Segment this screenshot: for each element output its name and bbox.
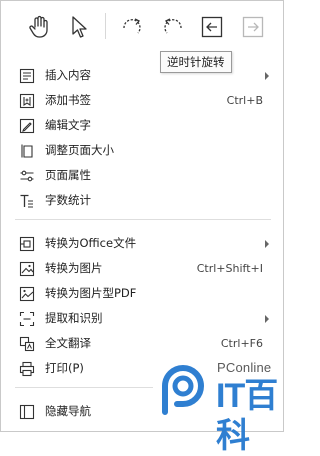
menu-item-label: 转换为图片 bbox=[45, 261, 103, 275]
menu-item-label: 添加书签 bbox=[45, 93, 91, 107]
convert-image-pdf-icon bbox=[19, 286, 35, 302]
submenu-arrow-icon bbox=[265, 72, 269, 80]
edit-text-icon bbox=[19, 118, 35, 134]
convert-office-icon bbox=[19, 236, 35, 252]
menu-item-word-count[interactable]: 字数统计 bbox=[1, 188, 283, 213]
extract-ocr-icon bbox=[19, 311, 35, 327]
submenu-arrow-icon bbox=[265, 240, 269, 248]
watermark-brand-top: PConline bbox=[217, 360, 272, 375]
arrow-left-box-icon bbox=[201, 16, 223, 38]
menu-item-label: 编辑文字 bbox=[45, 118, 91, 132]
menu-item-translate[interactable]: 全文翻译 Ctrl+F6 bbox=[1, 331, 283, 356]
word-count-icon bbox=[19, 193, 35, 209]
resize-page-icon bbox=[19, 143, 35, 159]
watermark-brand-main: IT百科 bbox=[216, 377, 278, 455]
toolbar-separator bbox=[105, 13, 106, 39]
hide-navigation-icon bbox=[19, 404, 35, 420]
cursor-arrow-icon bbox=[72, 16, 87, 38]
rotate-clockwise-icon bbox=[123, 18, 141, 34]
menu-item-label: 转换为图片型PDF bbox=[45, 286, 137, 300]
rotate-counterclockwise-button[interactable] bbox=[161, 15, 185, 39]
next-page-button[interactable] bbox=[241, 15, 265, 39]
menu-item-convert-image-pdf[interactable]: 转换为图片型PDF bbox=[1, 281, 283, 306]
menu-item-label: 提取和识别 bbox=[45, 311, 103, 325]
menu-item-label: 隐藏导航 bbox=[45, 404, 91, 418]
menu-item-shortcut: Ctrl+B bbox=[226, 94, 263, 107]
menu-item-extract-ocr[interactable]: 提取和识别 bbox=[1, 306, 283, 331]
arrow-right-box-icon bbox=[242, 16, 264, 38]
translate-icon bbox=[19, 336, 35, 352]
pconline-logo-icon bbox=[162, 365, 204, 415]
page-properties-icon bbox=[19, 168, 35, 184]
convert-image-icon bbox=[19, 261, 35, 277]
bookmark-add-icon bbox=[19, 93, 35, 109]
menu-item-label: 调整页面大小 bbox=[45, 143, 114, 157]
menu-item-edit-text[interactable]: 编辑文字 bbox=[1, 113, 283, 138]
menu-item-convert-office[interactable]: 转换为Office文件 bbox=[1, 231, 283, 256]
rotate-counterclockwise-icon bbox=[164, 18, 182, 34]
menu-item-label: 转换为Office文件 bbox=[45, 236, 137, 250]
menu-item-label: 插入内容 bbox=[45, 68, 91, 82]
menu-item-page-properties[interactable]: 页面属性 bbox=[1, 163, 283, 188]
menu-item-convert-image[interactable]: 转换为图片 Ctrl+Shift+I bbox=[1, 256, 283, 281]
hand-icon bbox=[29, 15, 48, 38]
previous-page-button[interactable] bbox=[200, 15, 224, 39]
menu-item-add-bookmark[interactable]: 添加书签 Ctrl+B bbox=[1, 88, 283, 113]
menu-separator bbox=[15, 219, 271, 220]
insert-content-icon bbox=[19, 68, 35, 84]
menu-item-label: 页面属性 bbox=[45, 168, 91, 182]
submenu-arrow-icon bbox=[265, 315, 269, 323]
menu-item-label: 全文翻译 bbox=[45, 336, 91, 350]
menu-item-insert-content[interactable]: 插入内容 bbox=[1, 63, 283, 88]
pconline-watermark: PConline IT百科 bbox=[153, 354, 281, 455]
menu-item-resize-page[interactable]: 调整页面大小 bbox=[1, 138, 283, 163]
rotate-clockwise-button[interactable] bbox=[120, 15, 144, 39]
select-tool-button[interactable] bbox=[67, 15, 91, 39]
menu-item-label: 打印(P) bbox=[45, 361, 84, 375]
quick-toolbar bbox=[1, 1, 283, 51]
menu-item-label: 字数统计 bbox=[45, 193, 91, 207]
hand-tool-button[interactable] bbox=[27, 15, 51, 39]
context-menu-window: 逆时针旋转 插入内容 添加书签 Ctrl+B 编辑文字 调整页面大小 页面属性 … bbox=[0, 0, 284, 455]
menu-item-shortcut: Ctrl+Shift+I bbox=[196, 262, 263, 275]
print-icon bbox=[19, 361, 35, 377]
menu-item-shortcut: Ctrl+F6 bbox=[220, 337, 263, 350]
